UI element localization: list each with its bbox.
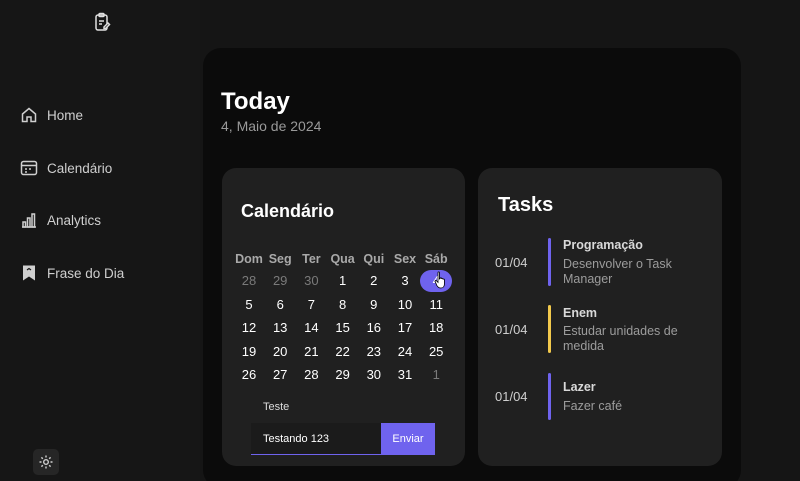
task-color-bar (548, 373, 551, 420)
clipboard-icon[interactable] (92, 12, 112, 32)
calendar-day[interactable]: 3 (389, 271, 421, 291)
calendar-day[interactable]: 13 (264, 318, 296, 338)
calendar-day[interactable]: 8 (327, 295, 359, 315)
task-color-bar (548, 305, 551, 353)
calendar-day[interactable]: 12 (233, 318, 265, 338)
weekday-header: Sex (393, 252, 417, 266)
sidebar-item-home[interactable]: Home (20, 104, 83, 126)
calendar-day[interactable]: 9 (358, 295, 390, 315)
task-color-bar (548, 238, 551, 286)
sidebar-item-calendar[interactable]: Calendário (20, 157, 112, 179)
sidebar-item-analytics[interactable]: Analytics (20, 209, 101, 231)
sidebar-item-label: Analytics (47, 212, 102, 228)
analytics-icon (22, 213, 36, 228)
tasks-title: Tasks (498, 194, 554, 216)
calendar-day[interactable]: 31 (389, 365, 421, 385)
calendar-day[interactable]: 17 (389, 318, 421, 338)
weekday-header: Dom (235, 252, 263, 266)
task-date: 01/04 (495, 389, 528, 404)
task-name: Programação (563, 238, 643, 252)
calendar-day[interactable]: 30 (295, 271, 327, 291)
sidebar: Home Calendário Analytics Frase do Dia (0, 0, 200, 481)
calendar-day[interactable]: 21 (295, 342, 327, 362)
task-name: Lazer (563, 380, 596, 394)
task-date: 01/04 (495, 322, 528, 337)
calendar-day[interactable]: 28 (233, 271, 265, 291)
sidebar-item-label: Calendário (47, 160, 113, 176)
calendar-day[interactable]: 19 (233, 342, 265, 362)
calendar-day[interactable]: 16 (358, 318, 390, 338)
calendar-day[interactable]: 15 (327, 318, 359, 338)
weekday-header: Qui (363, 252, 385, 266)
calendar-day[interactable]: 20 (264, 342, 296, 362)
calendar-day[interactable]: 28 (295, 365, 327, 385)
calendar-day[interactable]: 18 (420, 318, 452, 338)
form-label: Teste (263, 401, 290, 413)
sidebar-item-quote[interactable]: Frase do Dia (20, 262, 124, 284)
weekday-header: Ter (302, 252, 321, 266)
calendar-day[interactable]: 6 (264, 295, 296, 315)
weekday-header: Qua (330, 252, 355, 266)
calendar-day[interactable]: 2 (358, 271, 390, 291)
text-input[interactable] (251, 423, 381, 455)
weekday-header: Seg (268, 252, 292, 266)
task-date: 01/04 (495, 255, 528, 270)
calendar-day[interactable]: 10 (389, 295, 421, 315)
page-date: 4, Maio de 2024 (221, 118, 322, 134)
task-description: Desenvolver o Task Manager (563, 257, 672, 286)
calendar-day[interactable]: 27 (264, 365, 296, 385)
hand-cursor-icon (434, 271, 445, 289)
task-description: Fazer café (563, 399, 623, 413)
task-name: Enem (563, 306, 598, 320)
calendar-day[interactable]: 29 (264, 271, 296, 291)
calendar-day[interactable]: 7 (295, 295, 327, 315)
bookmark-icon (23, 265, 35, 281)
home-icon (21, 107, 37, 123)
calendar-day[interactable]: 14 (295, 318, 327, 338)
sidebar-item-label: Home (47, 107, 84, 123)
calendar-day[interactable]: 29 (327, 365, 359, 385)
calendar-day[interactable]: 22 (327, 342, 359, 362)
calendar-day[interactable]: 5 (233, 295, 265, 315)
task-description: Estudar unidades de medida (563, 324, 678, 353)
calendar-day[interactable]: 30 (358, 365, 390, 385)
calendar-day[interactable]: 1 (327, 271, 359, 291)
calendar-title: Calendário (241, 201, 335, 221)
calendar-day[interactable]: 24 (389, 342, 421, 362)
sidebar-item-label: Frase do Dia (47, 265, 125, 281)
calendar-day[interactable]: 23 (358, 342, 390, 362)
calendar-day[interactable]: 26 (233, 365, 265, 385)
weekday-header: Sáb (424, 252, 448, 266)
calendar-day[interactable]: 1 (420, 365, 452, 385)
gear-icon (39, 455, 53, 469)
page-title: Today (221, 88, 290, 115)
calendar-day[interactable]: 11 (420, 295, 452, 315)
calendar-icon (20, 160, 38, 176)
calendar-day[interactable]: 25 (420, 342, 452, 362)
send-button[interactable]: Enviar (381, 423, 435, 455)
settings-button[interactable] (33, 449, 59, 475)
